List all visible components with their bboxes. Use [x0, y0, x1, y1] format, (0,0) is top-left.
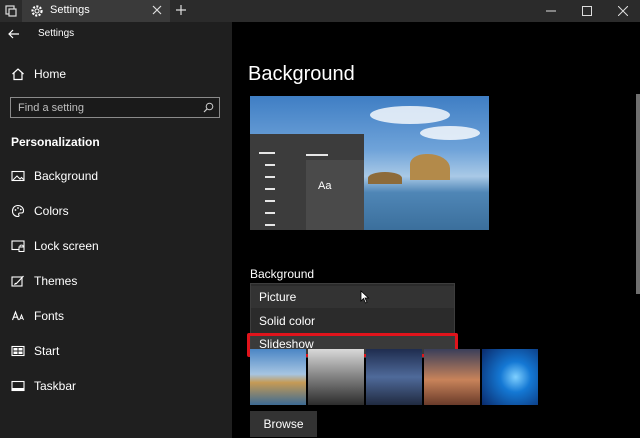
mouse-cursor-icon	[360, 290, 370, 304]
close-icon	[618, 6, 628, 16]
sidebar-item-start[interactable]: Start	[0, 339, 232, 363]
sidebar: Settings Home Personalization Background…	[0, 22, 232, 438]
preview-line	[265, 164, 275, 166]
preview-line	[306, 154, 328, 156]
preview-rock	[410, 154, 450, 180]
close-tab-icon[interactable]	[150, 3, 164, 17]
palette-icon	[11, 204, 25, 218]
picture-icon	[11, 170, 25, 182]
preview-sample-text: Aa	[318, 180, 332, 192]
recent-image-thumbnail[interactable]	[424, 349, 480, 405]
close-button[interactable]	[606, 0, 640, 22]
start-icon	[11, 345, 25, 357]
sidebar-item-background[interactable]: Background	[0, 164, 232, 188]
sidebar-item-themes[interactable]: Themes	[0, 269, 232, 293]
taskbar-icon	[11, 380, 25, 392]
sidebar-item-label: Fonts	[34, 309, 65, 323]
scrollbar[interactable]	[636, 94, 640, 294]
dropdown-option-picture[interactable]: Picture	[251, 286, 454, 308]
back-arrow-icon[interactable]	[8, 29, 20, 39]
dropdown-option-label: Picture	[259, 290, 297, 304]
recent-image-thumbnail[interactable]	[250, 349, 306, 405]
preview-start-panel: Aa	[250, 134, 364, 230]
search-icon[interactable]	[203, 102, 214, 113]
main-content: Background Aa Background Picture Solid c…	[232, 22, 640, 438]
minimize-button[interactable]	[534, 0, 568, 22]
preview-rock	[368, 172, 402, 184]
new-tab-icon[interactable]	[174, 3, 188, 17]
sidebar-item-fonts[interactable]: Fonts	[0, 304, 232, 328]
window-menu-icon[interactable]	[4, 4, 18, 18]
recent-image-thumbnail[interactable]	[308, 349, 364, 405]
search-input[interactable]	[18, 100, 198, 115]
sidebar-item-colors[interactable]: Colors	[0, 199, 232, 223]
preview-line	[265, 188, 275, 190]
preview-line	[265, 176, 275, 178]
sidebar-item-label: Colors	[34, 204, 69, 218]
app-title: Settings	[38, 28, 75, 39]
brush-icon	[11, 275, 24, 287]
recent-image-thumbnail[interactable]	[482, 349, 538, 405]
preview-window: Aa	[306, 160, 364, 230]
font-icon	[11, 310, 24, 321]
background-label: Background	[250, 267, 315, 281]
sidebar-item-label: Background	[34, 169, 99, 183]
lock-screen-icon	[11, 240, 25, 252]
preview-line	[265, 200, 275, 202]
preview-cloud	[370, 106, 450, 124]
tab-settings[interactable]: Settings	[22, 0, 170, 22]
sidebar-item-label: Start	[34, 344, 60, 358]
browse-button[interactable]: Browse	[250, 411, 317, 437]
preview-line	[265, 212, 275, 214]
preview-line	[265, 224, 275, 226]
gear-icon	[31, 5, 43, 17]
recent-image-thumbnail[interactable]	[366, 349, 422, 405]
preview-line	[259, 152, 275, 154]
minimize-icon	[546, 10, 556, 12]
home-icon	[12, 68, 24, 81]
recent-images	[250, 349, 540, 407]
sidebar-item-taskbar[interactable]: Taskbar	[0, 374, 232, 398]
page-title: Background	[248, 63, 355, 85]
maximize-icon	[582, 6, 592, 16]
sidebar-item-label: Taskbar	[34, 379, 77, 393]
sidebar-item-label: Lock screen	[34, 239, 99, 253]
search-box[interactable]	[10, 97, 220, 118]
preview-cloud	[420, 126, 480, 140]
sidebar-item-lock-screen[interactable]: Lock screen	[0, 234, 232, 258]
dropdown-option-solid-color[interactable]: Solid color	[251, 310, 454, 332]
background-preview: Aa	[250, 96, 489, 230]
sidebar-item-label: Home	[34, 67, 67, 81]
tab-title: Settings	[50, 4, 90, 16]
maximize-button[interactable]	[570, 0, 604, 22]
sidebar-item-home[interactable]: Home	[0, 62, 232, 86]
dropdown-option-label: Solid color	[259, 314, 316, 328]
section-title: Personalization	[11, 135, 100, 149]
sidebar-item-label: Themes	[34, 274, 78, 288]
title-bar: Settings	[0, 0, 640, 22]
